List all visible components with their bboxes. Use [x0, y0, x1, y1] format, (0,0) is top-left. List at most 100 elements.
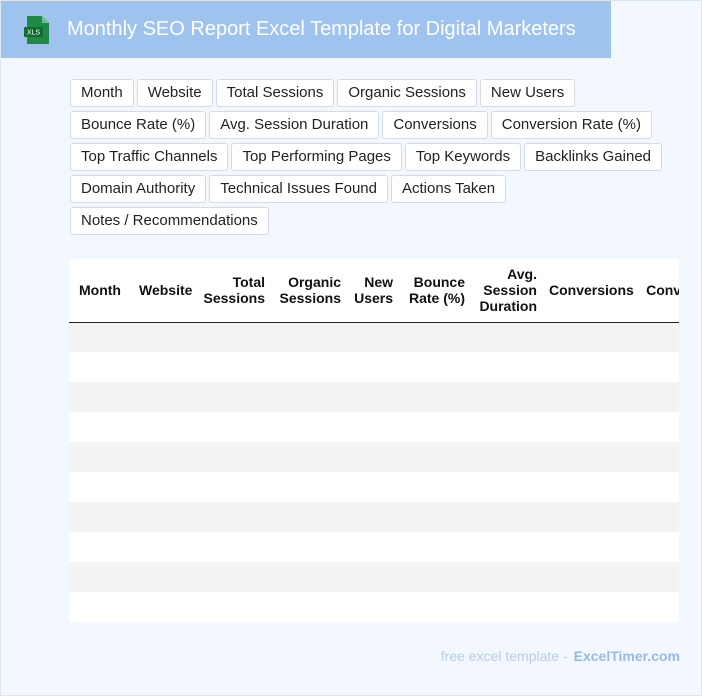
table-cell[interactable] — [69, 472, 129, 502]
table-cell[interactable] — [69, 322, 129, 352]
table-cell[interactable] — [129, 502, 195, 532]
column-chip[interactable]: Top Performing Pages — [231, 143, 402, 171]
footer-brand-link[interactable]: ExcelTimer.com — [574, 648, 680, 664]
table-cell[interactable] — [543, 322, 635, 352]
column-header[interactable]: Website — [129, 259, 195, 323]
column-chip[interactable]: Backlinks Gained — [524, 143, 663, 171]
table-cell[interactable] — [129, 592, 195, 622]
column-chip[interactable]: Avg. Session Duration — [209, 111, 380, 139]
table-cell[interactable] — [399, 532, 471, 562]
column-chip[interactable]: New Users — [479, 79, 576, 107]
column-header[interactable]: New Users — [347, 259, 399, 323]
table-cell[interactable] — [635, 472, 679, 502]
table-cell[interactable] — [543, 532, 635, 562]
table-cell[interactable] — [69, 352, 129, 382]
table-cell[interactable] — [271, 532, 347, 562]
table-cell[interactable] — [347, 322, 399, 352]
table-cell[interactable] — [347, 352, 399, 382]
table-cell[interactable] — [347, 442, 399, 472]
column-chip[interactable]: Organic Sessions — [337, 79, 477, 107]
table-cell[interactable] — [399, 562, 471, 592]
table-cell[interactable] — [347, 412, 399, 442]
table-cell[interactable] — [471, 562, 543, 592]
table-cell[interactable] — [471, 322, 543, 352]
column-header[interactable]: Total Sessions — [195, 259, 271, 323]
table-cell[interactable] — [195, 412, 271, 442]
table-cell[interactable] — [347, 532, 399, 562]
column-chip[interactable]: Top Keywords — [404, 143, 522, 171]
table-cell[interactable] — [69, 592, 129, 622]
table-cell[interactable] — [471, 352, 543, 382]
table-cell[interactable] — [471, 382, 543, 412]
table-cell[interactable] — [195, 502, 271, 532]
table-cell[interactable] — [69, 442, 129, 472]
column-header[interactable]: Conversion Rate (%) — [635, 259, 679, 323]
column-chip[interactable]: Conversion Rate (%) — [490, 111, 652, 139]
table-cell[interactable] — [471, 442, 543, 472]
table-cell[interactable] — [399, 442, 471, 472]
table-cell[interactable] — [543, 382, 635, 412]
table-cell[interactable] — [129, 352, 195, 382]
table-cell[interactable] — [399, 382, 471, 412]
table-cell[interactable] — [471, 472, 543, 502]
column-chip[interactable]: Month — [70, 79, 134, 107]
table-cell[interactable] — [129, 472, 195, 502]
column-header[interactable]: Month — [69, 259, 129, 323]
column-chip[interactable]: Technical Issues Found — [209, 175, 388, 203]
table-cell[interactable] — [543, 502, 635, 532]
table-cell[interactable] — [635, 562, 679, 592]
table-cell[interactable] — [271, 352, 347, 382]
table-cell[interactable] — [195, 352, 271, 382]
table-cell[interactable] — [195, 472, 271, 502]
column-chip[interactable]: Total Sessions — [215, 79, 335, 107]
table-cell[interactable] — [543, 412, 635, 442]
column-chip[interactable]: Notes / Recommendations — [70, 207, 269, 235]
table-cell[interactable] — [635, 352, 679, 382]
table-cell[interactable] — [271, 562, 347, 592]
column-chip[interactable]: Domain Authority — [70, 175, 207, 203]
table-cell[interactable] — [399, 502, 471, 532]
table-cell[interactable] — [471, 412, 543, 442]
table-cell[interactable] — [471, 592, 543, 622]
column-chip[interactable]: Bounce Rate (%) — [70, 111, 207, 139]
table-cell[interactable] — [543, 472, 635, 502]
table-cell[interactable] — [399, 472, 471, 502]
table-cell[interactable] — [129, 382, 195, 412]
table-cell[interactable] — [129, 442, 195, 472]
column-header[interactable]: Bounce Rate (%) — [399, 259, 471, 323]
table-cell[interactable] — [195, 592, 271, 622]
column-chip[interactable]: Website — [136, 79, 213, 107]
table-cell[interactable] — [347, 382, 399, 412]
column-header[interactable]: Organic Sessions — [271, 259, 347, 323]
column-chip[interactable]: Top Traffic Channels — [70, 143, 229, 171]
table-cell[interactable] — [271, 412, 347, 442]
table-cell[interactable] — [195, 562, 271, 592]
column-header[interactable]: Avg. Session Duration — [471, 259, 543, 323]
table-cell[interactable] — [347, 592, 399, 622]
table-cell[interactable] — [635, 382, 679, 412]
table-cell[interactable] — [399, 412, 471, 442]
table-cell[interactable] — [271, 502, 347, 532]
table-cell[interactable] — [271, 592, 347, 622]
table-cell[interactable] — [635, 442, 679, 472]
table-cell[interactable] — [271, 322, 347, 352]
table-cell[interactable] — [543, 592, 635, 622]
table-cell[interactable] — [471, 502, 543, 532]
column-chip[interactable]: Conversions — [382, 111, 488, 139]
table-cell[interactable] — [347, 562, 399, 592]
table-cell[interactable] — [69, 562, 129, 592]
table-cell[interactable] — [129, 322, 195, 352]
table-cell[interactable] — [195, 532, 271, 562]
table-cell[interactable] — [471, 532, 543, 562]
table-cell[interactable] — [543, 352, 635, 382]
table-cell[interactable] — [271, 472, 347, 502]
table-cell[interactable] — [635, 532, 679, 562]
table-cell[interactable] — [543, 562, 635, 592]
table-cell[interactable] — [69, 412, 129, 442]
table-cell[interactable] — [195, 322, 271, 352]
column-header[interactable]: Conversions — [543, 259, 635, 323]
table-cell[interactable] — [129, 562, 195, 592]
table-cell[interactable] — [635, 322, 679, 352]
table-cell[interactable] — [129, 532, 195, 562]
table-cell[interactable] — [271, 442, 347, 472]
